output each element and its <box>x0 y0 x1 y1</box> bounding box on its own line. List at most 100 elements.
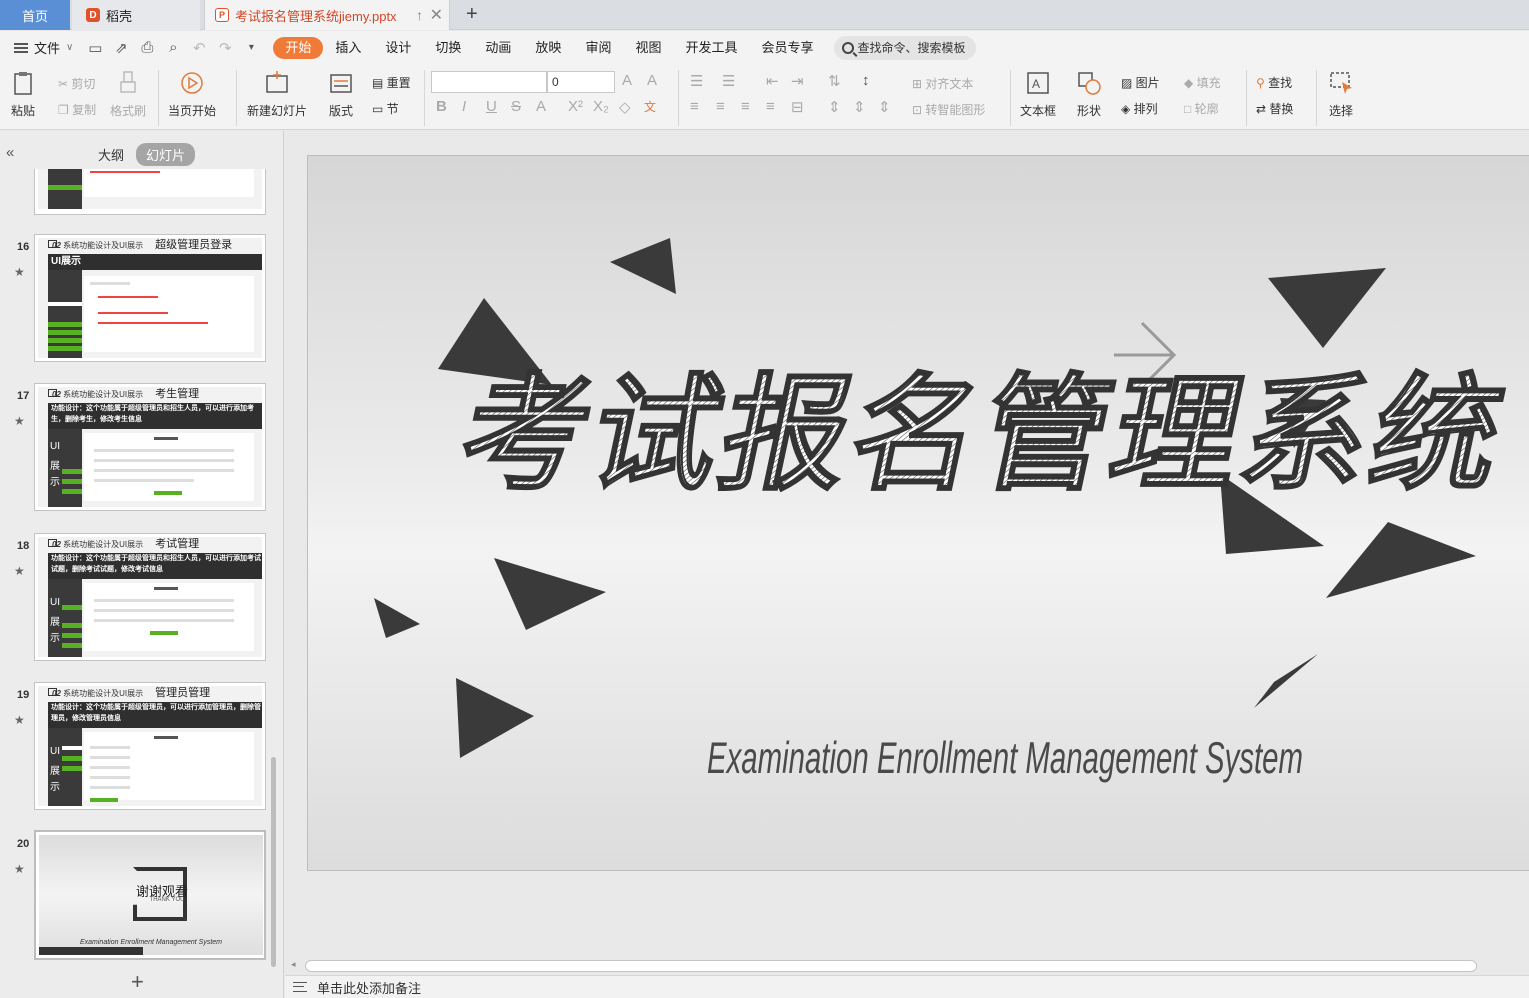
tab-start[interactable]: 开始 <box>273 36 324 59</box>
decrease-indent-icon[interactable]: ⇤ <box>766 72 779 90</box>
collapse-panel-icon[interactable]: « <box>6 144 14 161</box>
format-painter-button[interactable]: 格式刷 <box>110 70 146 119</box>
italic-icon[interactable]: I <box>462 98 466 115</box>
align-left-icon[interactable]: ≡ <box>690 98 699 115</box>
slide-thumbnail-15[interactable] <box>34 169 266 215</box>
superscript-icon[interactable]: X² <box>568 98 583 115</box>
clear-format-icon[interactable]: ◇ <box>619 98 631 116</box>
print-preview-icon[interactable]: ⌕ <box>165 39 181 56</box>
paragraph-spacing-icon[interactable]: ⇕ <box>853 98 866 116</box>
slide-thumbnail-16[interactable]: 02 系统功能设计及UI展示 超级管理员登录 UI展示 <box>34 234 266 362</box>
shape-button[interactable]: 形状 <box>1076 70 1102 119</box>
close-tab-icon[interactable]: ✕ <box>430 5 443 25</box>
notes-bar[interactable]: 单击此处添加备注 <box>285 975 1529 998</box>
slide-thumbnail-18[interactable]: 02 系统功能设计及UI展示 考试管理 功能设计：这个功能属于超级管理员和招生人员… <box>34 533 266 661</box>
print-icon[interactable]: ⎙ <box>139 39 155 56</box>
tab-transition[interactable]: 切换 <box>423 37 473 59</box>
current-slide[interactable]: 考试报名管理系统 Examination Enrollment Manageme… <box>307 155 1529 871</box>
smart-shape-button[interactable]: ⊡ 转智能图形 <box>912 101 985 118</box>
text-direction-icon[interactable]: ⇅ <box>828 72 841 90</box>
tab-insert[interactable]: 插入 <box>323 37 373 59</box>
scrollbar-thumb[interactable] <box>305 960 1477 972</box>
slide-title[interactable]: 考试报名管理系统 <box>447 361 1520 509</box>
increase-font-icon[interactable]: A <box>622 72 632 89</box>
phonetic-icon[interactable]: 文 <box>644 98 656 115</box>
tab-view[interactable]: 视图 <box>623 37 673 59</box>
find-button[interactable]: ⚲ 查找 <box>1256 74 1292 91</box>
undo-icon[interactable]: ↶ <box>191 39 207 57</box>
fill-button[interactable]: ◆ 填充 <box>1184 74 1221 91</box>
new-slide-button[interactable]: 新建幻灯片 <box>247 70 307 119</box>
align-center-icon[interactable]: ≡ <box>716 98 725 115</box>
add-slide-button[interactable]: + <box>131 969 144 995</box>
decrease-font-icon[interactable]: A <box>647 72 657 89</box>
menu-bar: 文件 ∨ ▭ ⇗ ⎙ ⌕ ↶ ↷ ▾ 开始 插入 设计 切换 动画 放映 审阅 … <box>0 31 1529 64</box>
outline-button[interactable]: □ 轮廓 <box>1184 100 1219 117</box>
command-search[interactable]: 查找命令、搜索模板 <box>833 35 976 60</box>
picture-button[interactable]: ▨ 图片 <box>1121 74 1160 91</box>
textbox-button[interactable]: A 文本框 <box>1020 70 1056 119</box>
slide-thumbnail-20[interactable]: 谢谢观看 THANK YOU Examination Enrollment Ma… <box>34 830 266 960</box>
tab-review[interactable]: 审阅 <box>573 37 623 59</box>
file-menu-button[interactable]: 文件 ∨ <box>14 38 73 57</box>
slide-thumbnail-17[interactable]: 02 系统功能设计及UI展示 考生管理 功能设计：这个功能属于超级管理员和招生人员… <box>34 383 266 511</box>
share-icon[interactable]: ⇗ <box>113 39 129 57</box>
redo-icon[interactable]: ↷ <box>217 39 233 57</box>
tab-daoke[interactable]: D 稻壳 <box>72 0 200 30</box>
line-spacing-icon[interactable]: ⇕ <box>828 98 841 116</box>
thumb-vertical-text: 展 <box>50 766 60 777</box>
replace-button[interactable]: ⇄ 替换 <box>1256 100 1293 117</box>
tab-animation[interactable]: 动画 <box>473 37 523 59</box>
subscript-icon[interactable]: X₂ <box>593 98 609 115</box>
tab-design[interactable]: 设计 <box>373 37 423 59</box>
thumb-green-item <box>62 756 82 761</box>
replace-icon: ⇄ <box>1256 102 1267 116</box>
pin-tab-icon[interactable]: ↑ <box>416 7 423 23</box>
tab-developer[interactable]: 开发工具 <box>673 37 749 59</box>
tab-document[interactable]: P 考试报名管理系统jiemy.pptx ↑ ✕ <box>204 0 450 30</box>
tab-membership[interactable]: 会员专享 <box>749 37 825 59</box>
command-search-label: 查找命令、搜索模板 <box>857 41 966 55</box>
layout-button[interactable]: 版式 <box>328 70 354 119</box>
tab-slideshow[interactable]: 放映 <box>523 37 573 59</box>
justify-icon[interactable]: ≡ <box>766 98 775 115</box>
chevron-down-icon: ∨ <box>66 42 74 53</box>
tab-home[interactable]: 首页 <box>0 0 70 30</box>
arrange-button[interactable]: ◈ 排列 <box>1121 100 1158 117</box>
slide-thumbnail-preview: 谢谢观看 THANK YOU Examination Enrollment Ma… <box>39 835 263 955</box>
copy-button[interactable]: ❐ 复制 <box>58 101 96 118</box>
columns-icon[interactable]: ⇕ <box>878 98 891 116</box>
strikethrough-icon[interactable]: S <box>511 98 521 115</box>
select-button[interactable]: 选择 <box>1328 70 1354 119</box>
panel-scrollbar[interactable] <box>271 757 276 967</box>
section-button[interactable]: ▭ 节 <box>372 100 399 117</box>
underline-icon[interactable]: U <box>486 98 497 115</box>
align-right-icon[interactable]: ≡ <box>741 98 750 115</box>
thumb-green-button <box>154 491 182 495</box>
bullets-icon[interactable]: ☰ <box>690 72 703 90</box>
align-text-button[interactable]: ⊞ 对齐文本 <box>912 75 973 92</box>
font-color-icon[interactable]: A <box>536 98 546 115</box>
outline-tab[interactable]: 大纲 <box>98 145 124 164</box>
slides-tab[interactable]: 幻灯片 <box>136 143 196 166</box>
new-tab-button[interactable]: + <box>466 3 478 26</box>
thumb-line <box>94 449 234 452</box>
paste-button[interactable]: 粘贴 <box>10 70 36 119</box>
slide-subtitle[interactable]: Examination Enrollment Management System <box>707 733 1303 783</box>
sort-icon[interactable]: ↕ <box>862 72 870 89</box>
reset-button[interactable]: ▤ 重置 <box>372 74 411 91</box>
horizontal-scrollbar[interactable]: ◂ <box>285 959 1529 974</box>
play-from-current-button[interactable]: 当页开始 <box>168 70 216 119</box>
slide-thumbnail-19[interactable]: 02 系统功能设计及UI展示 管理员管理 功能设计：这个功能属于超级管理员，可以进… <box>34 682 266 810</box>
numbering-icon[interactable]: ☰ <box>722 72 735 90</box>
cut-button[interactable]: ✂ 剪切 <box>58 75 95 92</box>
customize-toolbar-icon[interactable]: ▾ <box>243 42 259 53</box>
font-name-select[interactable] <box>431 71 547 93</box>
layout-label: 版式 <box>328 104 353 118</box>
distribute-icon[interactable]: ⊟ <box>791 98 804 116</box>
scroll-left-icon[interactable]: ◂ <box>291 959 296 970</box>
save-icon[interactable]: ▭ <box>87 39 103 57</box>
font-size-select[interactable]: 0 <box>547 71 615 93</box>
increase-indent-icon[interactable]: ⇥ <box>791 72 804 90</box>
bold-icon[interactable]: B <box>436 98 447 115</box>
